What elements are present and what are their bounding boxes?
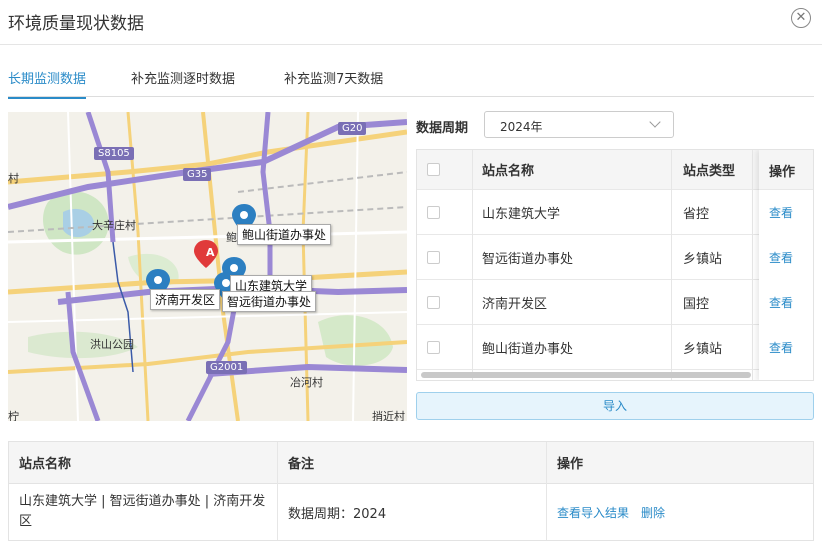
place-label: 柠	[8, 410, 19, 421]
delete-button[interactable]: 删除	[641, 483, 665, 541]
marker-label-zhiyuan[interactable]: 智远街道办事处	[222, 291, 317, 312]
column-header: 备注	[288, 457, 315, 472]
table-row[interactable]: 山东建筑大学 省控	[417, 190, 813, 235]
road-label-g35: G35	[183, 168, 212, 181]
column-header: 操作	[769, 164, 796, 180]
row-checkbox[interactable]	[427, 295, 440, 309]
table-header: 站点名称 站点类型	[417, 150, 813, 190]
table-header: 站点名称 备注 操作	[9, 442, 813, 484]
action-column: 操作 查看 查看 查看 查看	[759, 150, 813, 380]
column-header: 站点类型	[683, 164, 736, 179]
tab-7day[interactable]: 补充监测7天数据	[284, 68, 383, 97]
period-select[interactable]: 2024年	[484, 111, 674, 138]
column-header: 站点名称	[19, 457, 72, 472]
place-label: 鲍	[226, 231, 237, 244]
marker-label-jinan-dev[interactable]: 济南开发区	[150, 289, 221, 310]
station-name: 智远街道办事处	[482, 251, 574, 267]
view-button[interactable]: 查看	[769, 190, 793, 235]
table-row[interactable]: 鲍山街道办事处 乡镇站	[417, 325, 813, 370]
view-button[interactable]: 查看	[769, 235, 793, 280]
marker-label-baoshan[interactable]: 鲍山街道办事处	[237, 224, 332, 245]
road-label-g20: G20	[338, 122, 367, 135]
view-button[interactable]: 查看	[769, 280, 793, 325]
tab-bar: 长期监测数据 补充监测逐时数据 补充监测7天数据	[8, 62, 814, 99]
view-button[interactable]: 查看	[769, 325, 793, 370]
row-checkbox[interactable]	[427, 340, 440, 354]
station-name: 鲍山街道办事处	[482, 341, 574, 357]
place-label: 村	[8, 172, 19, 185]
row-checkbox[interactable]	[427, 250, 440, 264]
period-label: 数据周期	[416, 121, 469, 136]
map-pin-a[interactable]: A	[206, 246, 215, 259]
table-row[interactable]: 智远街道办事处 乡镇站	[417, 235, 813, 280]
view-import-result-button[interactable]: 查看导入结果	[557, 483, 629, 541]
station-type: 省控	[683, 206, 710, 222]
page-title: 环境质量现状数据	[8, 14, 144, 34]
column-header: 站点名称	[482, 164, 535, 179]
dialog-header: 环境质量现状数据 ✕	[0, 0, 822, 45]
station-map[interactable]: S8105 G35 G20 G2001 大辛庄村 洪山公园 冶河村 捎近村 村 …	[8, 112, 407, 421]
horizontal-scrollbar[interactable]	[421, 372, 751, 378]
column-header: 操作	[557, 457, 584, 472]
chevron-down-icon	[649, 116, 661, 128]
period-value: 2024年	[500, 120, 543, 134]
road-label-g2001: G2001	[206, 361, 248, 374]
import-result-table: 站点名称 备注 操作 山东建筑大学 | 智远街道办事处 | 济南开发区 数据周期…	[8, 441, 814, 541]
place-label: 洪山公园	[90, 338, 134, 351]
row-checkbox[interactable]	[427, 205, 440, 219]
place-label: 捎近村	[372, 410, 405, 421]
tab-hourly[interactable]: 补充监测逐时数据	[131, 68, 235, 97]
import-button[interactable]: 导入	[416, 392, 814, 420]
station-name: 济南开发区	[482, 296, 548, 312]
station-name: 山东建筑大学	[482, 206, 561, 222]
result-station-names: 山东建筑大学 | 智远街道办事处 | 济南开发区	[19, 494, 266, 529]
select-all-checkbox[interactable]	[427, 163, 440, 176]
station-table: 站点名称 站点类型 山东建筑大学 省控 智远街道办事处 乡镇站 济南开发区 国控…	[416, 149, 814, 381]
place-label: 大辛庄村	[92, 219, 136, 232]
road-label-s8105: S8105	[94, 147, 134, 160]
table-row[interactable]: 济南开发区 国控	[417, 280, 813, 325]
result-note: 数据周期：2024	[288, 506, 387, 522]
station-type: 乡镇站	[683, 341, 723, 357]
place-label: 冶河村	[290, 376, 323, 389]
station-type: 乡镇站	[683, 251, 723, 267]
tab-long-term[interactable]: 长期监测数据	[8, 68, 87, 99]
close-icon[interactable]: ✕	[791, 8, 811, 28]
station-type: 国控	[683, 296, 710, 312]
